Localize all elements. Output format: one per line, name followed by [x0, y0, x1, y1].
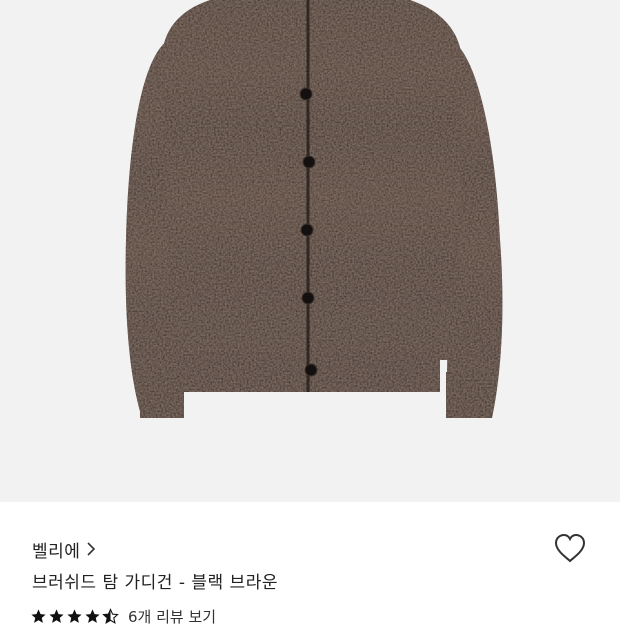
star-icon	[67, 608, 82, 623]
star-icon	[31, 608, 46, 623]
star-icon	[85, 608, 100, 623]
product-title: 브러쉬드 탐 가디건 - 블랙 브라운	[32, 573, 278, 593]
brand-name: 벨리에	[32, 541, 81, 562]
star-half-icon	[102, 607, 119, 624]
chevron-right-icon	[86, 542, 96, 556]
star-icon	[49, 608, 64, 623]
product-image[interactable]	[0, 0, 620, 502]
review-link[interactable]: 6개 리뷰 보기	[128, 606, 216, 627]
brand-link[interactable]: 벨리에	[32, 538, 96, 562]
rating-row: 6개 리뷰 보기	[30, 606, 216, 626]
wishlist-button[interactable]	[550, 530, 590, 570]
cardigan-illustration	[125, 0, 503, 418]
product-info: 벨리에 브러쉬드 탐 가디건 - 블랙 브라운 6개 리뷰 보기	[0, 502, 620, 626]
heart-outline-icon	[553, 533, 587, 567]
